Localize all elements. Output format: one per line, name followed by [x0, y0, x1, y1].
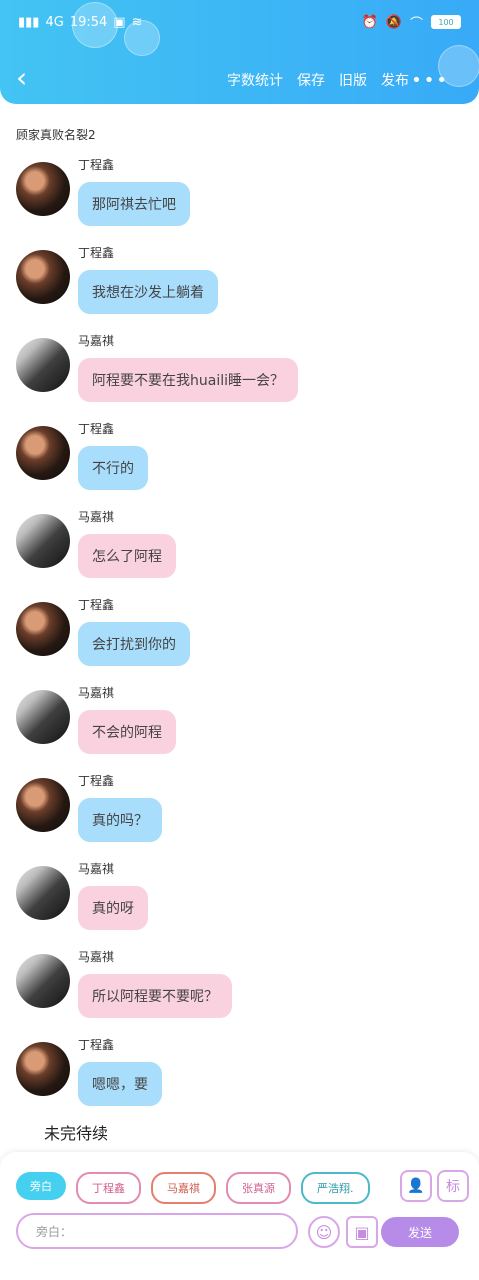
more-options-icon[interactable]: ••• — [411, 70, 449, 91]
publish-action[interactable]: 发布 — [381, 70, 409, 90]
composer-panel: 旁白 丁程鑫 马嘉祺 张真源 严浩翔. 👤 标 旁白： ☺ ▣ 发送 — [0, 1152, 479, 1280]
label-icon[interactable]: 标 — [437, 1170, 469, 1202]
avatar[interactable] — [16, 866, 70, 920]
speaker-chip-narration[interactable]: 旁白 — [16, 1172, 66, 1200]
word-count-action[interactable]: 字数统计 — [227, 70, 283, 90]
speaker-name: 马嘉祺 — [78, 686, 115, 700]
speaker-chip-zhang-zhenyuan[interactable]: 张真源 — [226, 1172, 291, 1204]
smile-icon[interactable]: ☺ — [308, 1216, 340, 1248]
avatar[interactable] — [16, 1042, 70, 1096]
message-bubble[interactable]: 怎么了阿程 — [78, 534, 176, 578]
speaker-selector: 旁白 丁程鑫 马嘉祺 张真源 严浩翔. — [16, 1172, 370, 1204]
old-version-action[interactable]: 旧版 — [339, 70, 367, 90]
message-bubble[interactable]: 我想在沙发上躺着 — [78, 270, 218, 314]
speaker-name: 马嘉祺 — [78, 950, 115, 964]
avatar[interactable] — [16, 514, 70, 568]
avatar[interactable] — [16, 690, 70, 744]
status-bar: ▮▮▮ 4G 19:54 ▣ ≋ ⏰ 🔕 ⌒ 100 — [18, 10, 461, 34]
signal-icon: ▮▮▮ — [18, 14, 40, 30]
message-bubble[interactable]: 嗯嗯，要 — [78, 1062, 162, 1106]
wifi-icon: ⌒ — [409, 16, 423, 32]
speaker-name: 马嘉祺 — [78, 334, 115, 348]
message-bubble[interactable]: 不会的阿程 — [78, 710, 176, 754]
message-bubble[interactable]: 真的呀 — [78, 886, 148, 930]
alarm-icon: ⏰ — [361, 14, 378, 30]
avatar[interactable] — [16, 954, 70, 1008]
avatar[interactable] — [16, 602, 70, 656]
navigation-bar: ‹ 字数统计 保存 旧版 发布 ••• — [0, 64, 479, 96]
document-title: 顾家真败名裂2 — [16, 128, 96, 142]
clock: 19:54 — [69, 14, 108, 30]
message-bubble[interactable]: 会打扰到你的 — [78, 622, 190, 666]
message-bubble[interactable]: 所以阿程要不要呢？ — [78, 974, 232, 1018]
speaker-name: 丁程鑫 — [78, 422, 115, 436]
speaker-name: 丁程鑫 — [78, 1038, 115, 1052]
speaker-name: 丁程鑫 — [78, 158, 115, 172]
speaker-chip-yan-haoxiang[interactable]: 严浩翔. — [301, 1172, 370, 1204]
speaker-name: 马嘉祺 — [78, 510, 115, 524]
speaker-name: 马嘉祺 — [78, 862, 115, 876]
send-button[interactable]: 发送 — [381, 1217, 459, 1247]
battery-indicator: 100 — [431, 15, 461, 29]
message-bubble[interactable]: 真的吗？ — [78, 798, 162, 842]
speaker-name: 丁程鑫 — [78, 246, 115, 260]
storage-icon: ≋ — [131, 14, 143, 30]
app-notification-icon: ▣ — [113, 14, 126, 30]
save-action[interactable]: 保存 — [297, 70, 325, 90]
avatar[interactable] — [16, 338, 70, 392]
person-icon[interactable]: 👤 — [400, 1170, 432, 1202]
network-label: 4G — [45, 14, 64, 30]
action-menu: 字数统计 保存 旧版 发布 — [227, 70, 409, 90]
message-bubble[interactable]: 不行的 — [78, 446, 148, 490]
speaker-name: 丁程鑫 — [78, 774, 115, 788]
mute-icon: 🔕 — [385, 14, 402, 30]
narration-text: 未完待续 — [44, 1124, 109, 1143]
avatar[interactable] — [16, 162, 70, 216]
message-bubble[interactable]: 那阿祺去忙吧 — [78, 182, 190, 226]
avatar[interactable] — [16, 426, 70, 480]
speaker-chip-ma-jiaqi[interactable]: 马嘉祺 — [151, 1172, 216, 1204]
avatar[interactable] — [16, 250, 70, 304]
header-bar: ▮▮▮ 4G 19:54 ▣ ≋ ⏰ 🔕 ⌒ 100 ‹ 字数统计 保存 旧版 … — [0, 0, 479, 104]
image-icon[interactable]: ▣ — [346, 1216, 378, 1248]
chevron-left-icon[interactable]: ‹ — [16, 64, 40, 92]
avatar[interactable] — [16, 778, 70, 832]
message-input[interactable]: 旁白： — [16, 1213, 298, 1249]
speaker-chip-ding-chengxin[interactable]: 丁程鑫 — [76, 1172, 141, 1204]
message-bubble[interactable]: 阿程要不要在我huaili睡一会？ — [78, 358, 298, 402]
speaker-name: 丁程鑫 — [78, 598, 115, 612]
